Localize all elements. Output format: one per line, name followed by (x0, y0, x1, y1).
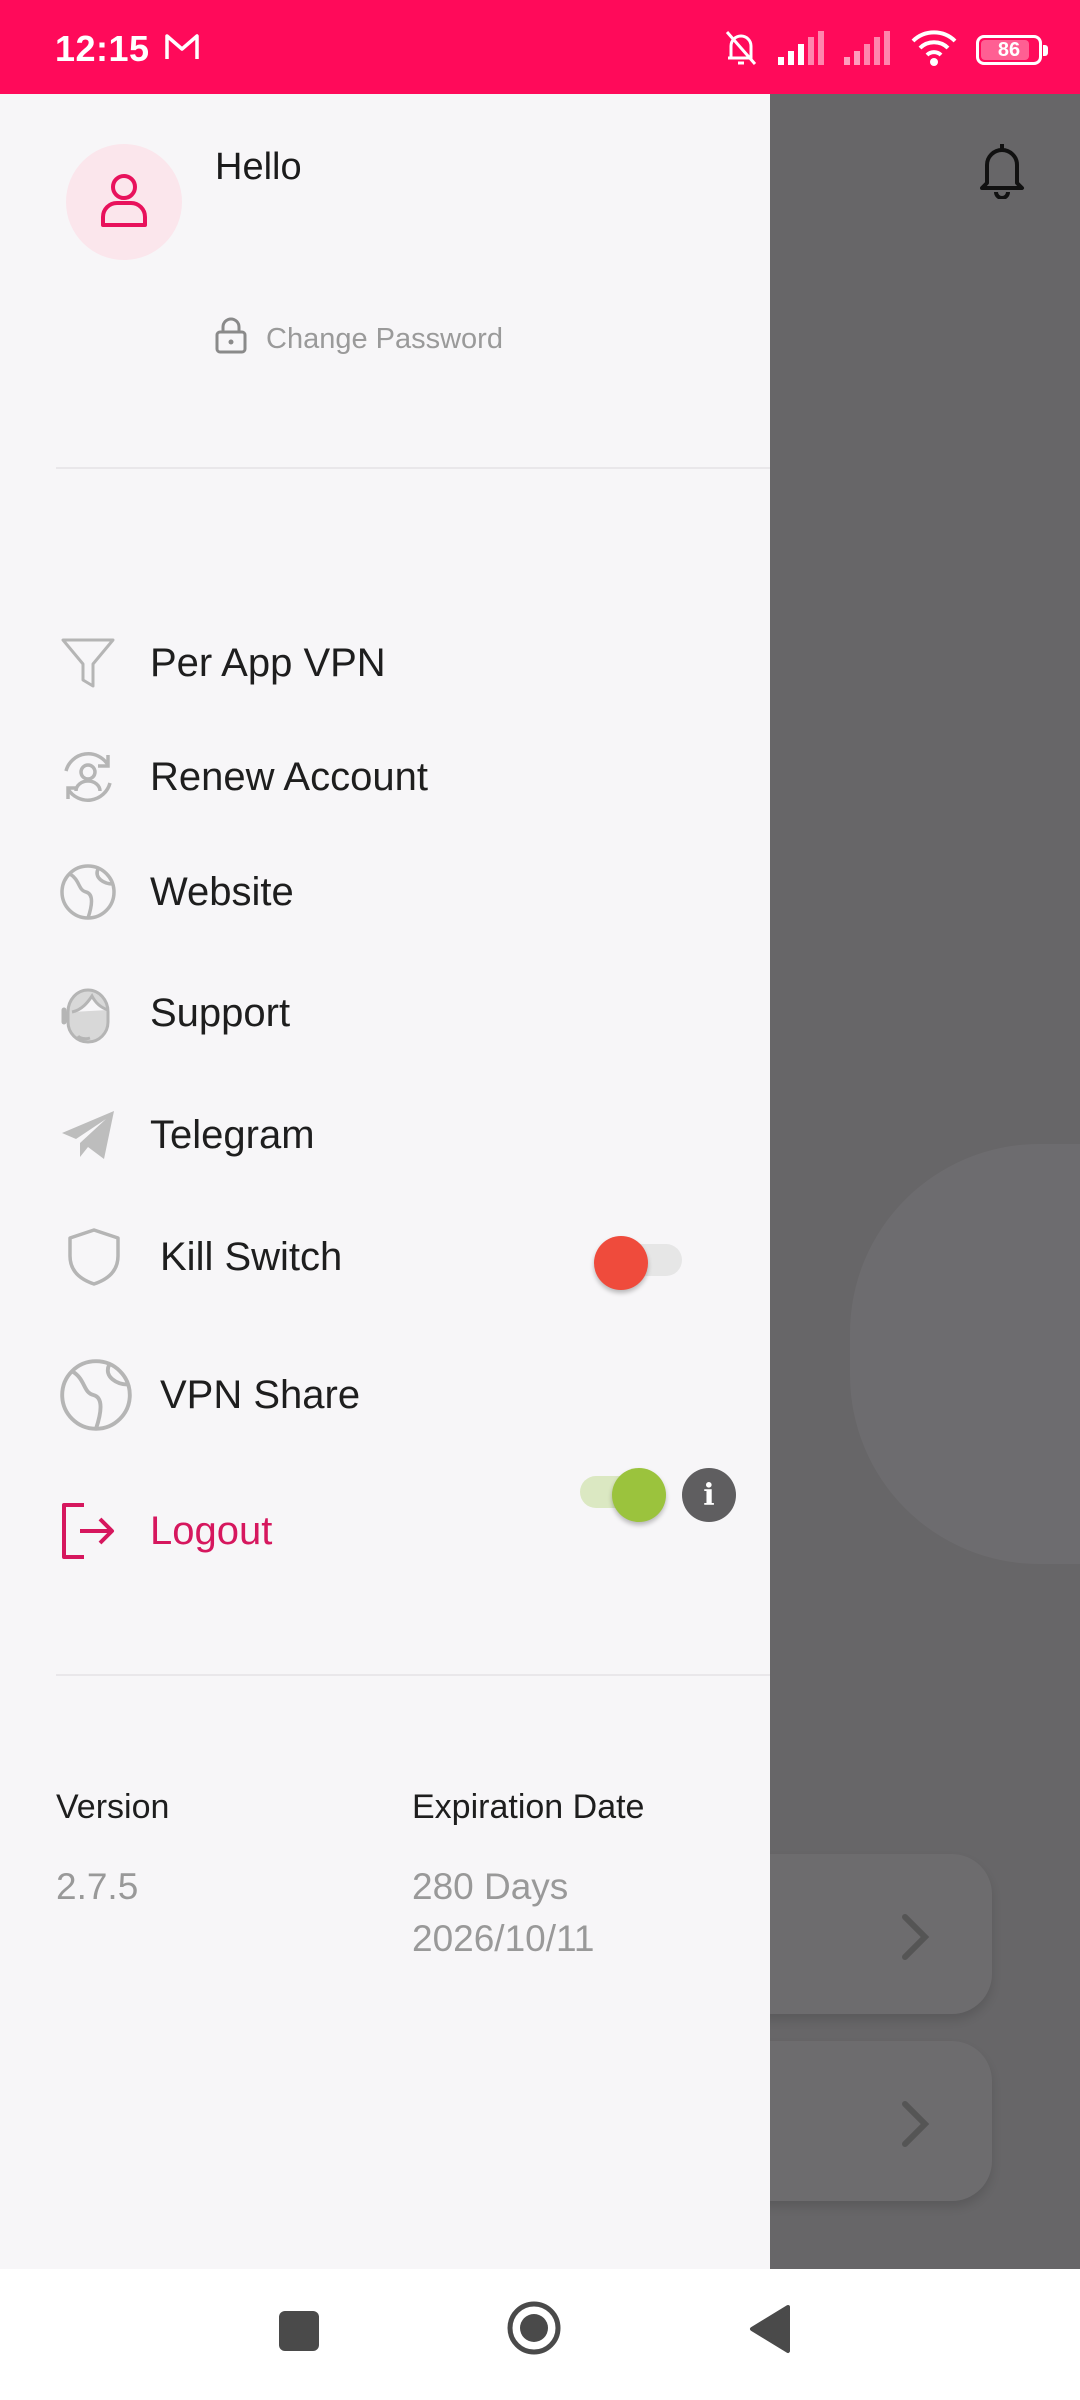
greeting-text: Hello (215, 146, 302, 188)
home-button[interactable] (505, 2299, 563, 2362)
menu-item-website[interactable]: Website (56, 847, 736, 937)
menu-item-label: Support (150, 990, 291, 1035)
funnel-icon (56, 631, 120, 695)
change-password-label: Change Password (266, 322, 503, 355)
background-card[interactable] (770, 1854, 992, 2014)
background-card[interactable] (770, 2041, 992, 2201)
support-agent-icon (56, 981, 120, 1045)
recents-button[interactable] (277, 2309, 321, 2358)
telegram-icon (56, 1103, 120, 1167)
menu-item-label: Kill Switch (160, 1234, 343, 1279)
status-bar: 12:15 86 (0, 0, 1080, 94)
gmail-icon (164, 32, 200, 67)
signal-icon (778, 30, 826, 70)
menu-item-per-app-vpn[interactable]: Per App VPN (56, 618, 736, 708)
muted-bell-icon (722, 28, 760, 73)
navigation-drawer: Hello Change Password Per App VPN Renew … (0, 94, 770, 2269)
globe-icon (56, 860, 120, 924)
chevron-right-icon (900, 2099, 930, 2154)
expiration-date-value: 2026/10/11 (412, 1918, 595, 1959)
system-navigation-bar (0, 2269, 1080, 2400)
menu-item-telegram[interactable]: Telegram (56, 1090, 736, 1180)
lock-icon (214, 316, 248, 362)
battery-percent: 86 (997, 38, 1021, 61)
logout-button[interactable]: Logout (56, 1486, 736, 1576)
menu-item-renew-account[interactable]: Renew Account (56, 732, 736, 822)
version-value: 2.7.5 (56, 1866, 139, 1907)
shield-icon (62, 1225, 126, 1289)
user-icon (99, 170, 149, 235)
version-label: Version (56, 1788, 170, 1826)
toggle-thumb (594, 1236, 648, 1290)
menu-item-label: Telegram (150, 1112, 315, 1157)
battery-icon: 86 (976, 35, 1048, 65)
back-button[interactable] (748, 2303, 790, 2360)
menu-item-label: Renew Account (150, 754, 428, 799)
signal-icon (844, 30, 892, 70)
change-password-link[interactable]: Change Password (214, 316, 503, 362)
menu-item-support[interactable]: Support (56, 968, 736, 1058)
globe-icon (56, 1355, 136, 1435)
logout-label: Logout (150, 1508, 273, 1553)
world-map-background (850, 1144, 1080, 1564)
expiration-days: 280 Days (412, 1866, 569, 1907)
menu-item-label: VPN Share (160, 1372, 361, 1417)
divider (56, 1674, 770, 1676)
avatar[interactable] (66, 144, 182, 260)
divider (56, 467, 770, 469)
logout-icon (56, 1499, 120, 1563)
menu-item-vpn-share: VPN Share (56, 1350, 736, 1440)
kill-switch-toggle[interactable] (594, 1236, 684, 1290)
chevron-right-icon (900, 1912, 930, 1967)
menu-item-label: Per App VPN (150, 640, 386, 685)
menu-item-label: Website (150, 869, 294, 914)
wifi-icon (910, 29, 958, 72)
status-time: 12:15 (55, 28, 150, 69)
expiration-date-label: Expiration Date (412, 1788, 645, 1826)
notification-bell-icon[interactable] (975, 139, 1029, 204)
refresh-user-icon (56, 745, 120, 809)
dimmed-background-overlay[interactable] (770, 94, 1080, 2269)
